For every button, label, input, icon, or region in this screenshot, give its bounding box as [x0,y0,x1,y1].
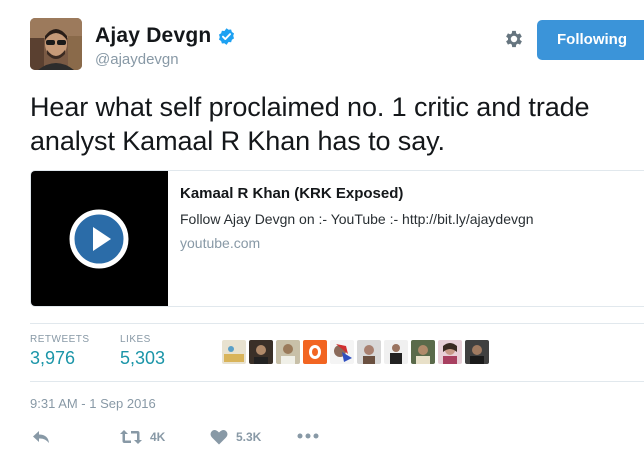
liker-avatar[interactable] [249,340,273,364]
divider [30,381,644,382]
retweets-label: RETWEETS [30,334,90,345]
card-domain: youtube.com [180,235,261,251]
liker-avatar[interactable] [438,340,462,364]
liker-avatar[interactable] [357,340,381,364]
heart-icon [210,430,228,445]
liker-avatar[interactable] [303,340,327,364]
tweet-timestamp[interactable]: 9:31 AM - 1 Sep 2016 [30,396,156,411]
user-name-row[interactable]: Ajay Devgn [95,24,236,48]
gear-icon[interactable] [503,28,525,50]
tweet-text: Hear what self proclaimed no. 1 critic a… [30,92,590,156]
reply-icon [33,431,49,443]
card-description: Follow Ajay Devgn on :- YouTube :- http:… [180,211,534,227]
avatar-image [30,18,82,70]
play-icon[interactable] [69,209,129,269]
video-thumbnail[interactable] [31,171,168,306]
reply-button[interactable] [32,429,50,445]
retweet-count: 4K [150,430,166,444]
liker-avatar[interactable] [330,340,354,364]
verified-badge-icon [219,27,235,45]
liker-avatar[interactable] [465,340,489,364]
user-handle[interactable]: @ajaydevgn [95,51,179,68]
following-button[interactable]: Following [537,20,644,60]
like-count: 5.3K [236,430,262,444]
likes-count[interactable]: 5,303 [120,348,165,369]
more-button[interactable] [297,432,319,440]
liker-avatar[interactable] [222,340,246,364]
likes-label: LIKES [120,334,151,345]
liker-avatar[interactable] [384,340,408,364]
more-options-icon [297,433,319,439]
liker-avatar[interactable] [411,340,435,364]
liker-avatars [222,340,489,364]
like-button[interactable]: 5.3K [210,429,261,445]
display-name[interactable]: Ajay Devgn [95,24,211,48]
retweets-count[interactable]: 3,976 [30,348,75,369]
liker-avatar[interactable] [276,340,300,364]
divider [30,323,644,324]
retweet-icon [120,430,142,444]
avatar[interactable] [30,18,82,70]
card-title[interactable]: Kamaal R Khan (KRK Exposed) [180,185,403,202]
link-card[interactable]: Kamaal R Khan (KRK Exposed) Follow Ajay … [30,170,644,307]
retweet-button[interactable]: 4K [120,429,165,445]
